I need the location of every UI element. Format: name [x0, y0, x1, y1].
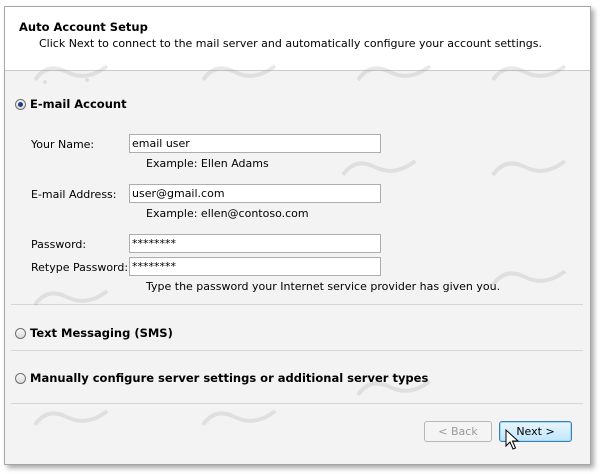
separator-1 [11, 304, 583, 305]
manual-config-label[interactable]: Manually configure server settings or ad… [30, 371, 428, 385]
auto-account-setup-dialog: Auto Account Setup Click Next to connect… [4, 6, 591, 465]
watermark-logo [491, 159, 567, 177]
email-address-example: Example: ellen@contoso.com [146, 207, 309, 220]
dialog-subtitle: Click Next to connect to the mail server… [39, 37, 542, 50]
password-input[interactable]: ******** [129, 234, 381, 253]
separator-2 [11, 350, 583, 351]
back-button[interactable]: < Back [424, 421, 492, 442]
retype-password-label: Retype Password: [31, 261, 129, 274]
your-name-label: Your Name: [31, 138, 95, 151]
password-hint: Type the password your Internet service … [146, 280, 501, 293]
email-address-label: E-mail Address: [31, 188, 117, 201]
your-name-input[interactable]: email user [129, 134, 381, 153]
watermark-logo [341, 159, 417, 177]
email-account-radio[interactable] [15, 99, 26, 110]
email-account-label[interactable]: E-mail Account [30, 97, 127, 111]
email-address-input[interactable]: user@gmail.com [129, 184, 381, 203]
retype-password-input[interactable]: ******** [129, 257, 381, 276]
sms-label[interactable]: Text Messaging (SMS) [30, 326, 173, 340]
your-name-example: Example: Ellen Adams [146, 157, 269, 170]
password-label: Password: [31, 238, 87, 251]
dialog-header: Auto Account Setup Click Next to connect… [5, 7, 590, 71]
sms-radio[interactable] [15, 328, 26, 339]
mouse-pointer-icon [505, 429, 520, 450]
watermark-logo [33, 289, 109, 307]
dialog-title: Auto Account Setup [19, 20, 148, 34]
manual-config-radio[interactable] [15, 373, 26, 384]
separator-3 [11, 403, 583, 404]
